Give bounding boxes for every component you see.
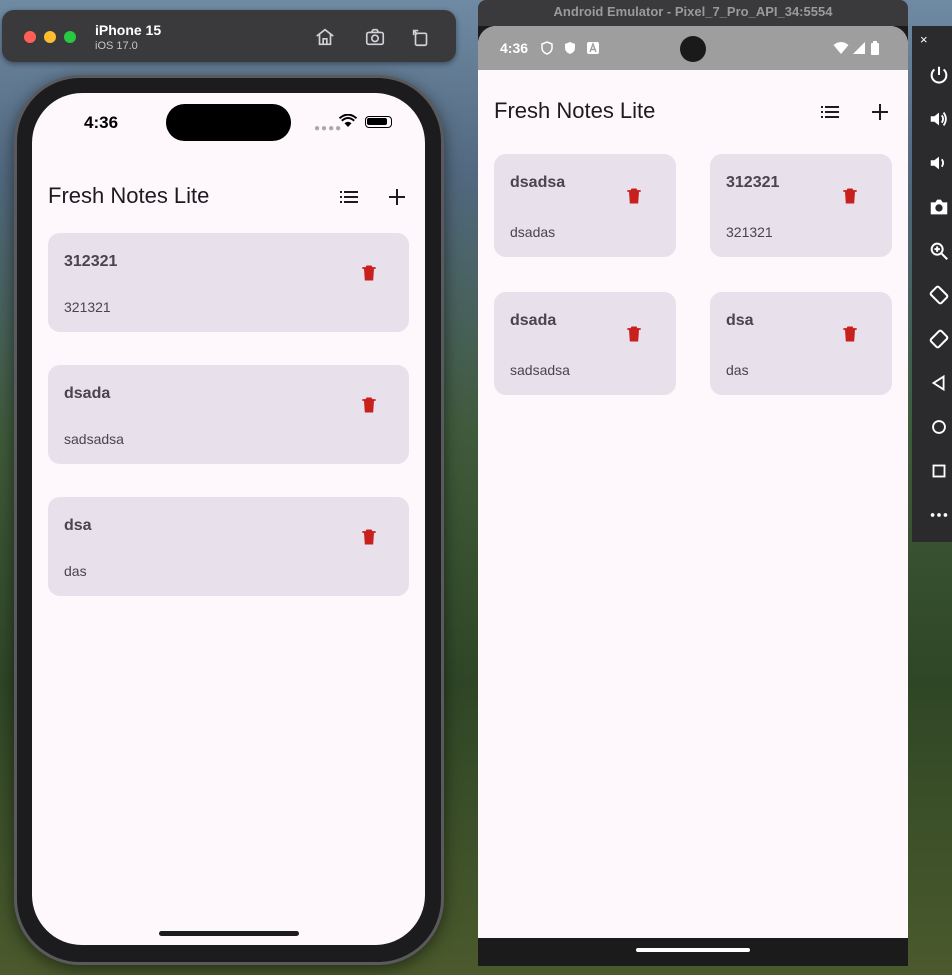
note-title: dsada <box>64 385 111 402</box>
camera-icon[interactable] <box>928 196 950 218</box>
note-body: dsadas <box>510 224 556 240</box>
delete-icon[interactable] <box>359 527 379 547</box>
cellular-signal-icon: ●●●● <box>314 123 343 134</box>
zoom-icon[interactable] <box>928 240 950 262</box>
more-icon[interactable] <box>928 504 950 526</box>
rotate-icon[interactable] <box>409 25 433 49</box>
note-title: dsa <box>726 312 754 329</box>
rotate-right-icon[interactable] <box>928 328 950 350</box>
volume-down-icon[interactable] <box>928 152 950 174</box>
app-title: Fresh Notes Lite <box>494 98 656 123</box>
dynamic-island <box>166 104 291 141</box>
volume-up-icon[interactable] <box>928 108 950 130</box>
window-zoom-button[interactable] <box>64 31 76 43</box>
signal-icon <box>853 42 865 54</box>
delete-icon[interactable] <box>840 186 860 206</box>
note-body: sadsadsa <box>64 431 124 447</box>
delete-icon[interactable] <box>359 263 379 283</box>
android-status-bar: 4:36 <box>478 26 908 70</box>
android-nav-bar <box>478 938 908 966</box>
emulator-side-panel: × <box>912 26 952 542</box>
window-close-button[interactable] <box>24 31 36 43</box>
note-body: 321321 <box>726 224 773 240</box>
gesture-pill[interactable] <box>636 948 750 952</box>
note-body: das <box>726 362 749 378</box>
add-icon[interactable] <box>868 100 892 124</box>
shield-icon <box>565 42 575 54</box>
delete-icon[interactable] <box>624 186 644 206</box>
wifi-icon <box>339 114 357 127</box>
close-icon[interactable]: × <box>920 32 928 47</box>
note-card[interactable]: dsa das <box>48 497 409 596</box>
status-time: 4:36 <box>500 40 529 56</box>
app-bar: Fresh Notes Lite <box>32 165 425 229</box>
note-body: 321321 <box>64 299 111 315</box>
note-card[interactable]: dsadsa dsadas <box>494 154 676 257</box>
ios-status-bar: 4:36 ●●●● <box>32 93 425 153</box>
emulator-window-title: Android Emulator - Pixel_7_Pro_API_34:55… <box>553 4 833 19</box>
add-icon[interactable] <box>385 185 409 209</box>
iphone-screen: 4:36 ●●●● Fresh Notes Lite 312321 321321… <box>32 93 425 945</box>
rotate-left-icon[interactable] <box>928 284 950 306</box>
wifi-icon <box>833 42 849 54</box>
home-icon[interactable] <box>313 25 337 49</box>
emulator-titlebar: Android Emulator - Pixel_7_Pro_API_34:55… <box>478 0 908 26</box>
window-minimize-button[interactable] <box>44 31 56 43</box>
camera-cutout <box>680 36 706 62</box>
shield-outline-icon <box>541 41 553 55</box>
app-title: Fresh Notes Lite <box>48 183 210 208</box>
note-body: sadsadsa <box>510 362 570 378</box>
list-view-icon[interactable] <box>818 100 842 124</box>
screenshot-icon[interactable] <box>363 25 387 49</box>
note-card[interactable]: 312321 321321 <box>710 154 892 257</box>
home-icon[interactable] <box>928 416 950 438</box>
note-card[interactable]: dsada sadsadsa <box>494 292 676 395</box>
note-title: dsa <box>64 517 92 534</box>
note-card[interactable]: 312321 321321 <box>48 233 409 332</box>
power-icon[interactable] <box>928 64 950 86</box>
simulator-toolbar: iPhone 15 iOS 17.0 <box>2 10 456 62</box>
keyboard-a-icon <box>587 42 599 54</box>
note-body: das <box>64 563 87 579</box>
app-bar: Fresh Notes Lite <box>478 80 908 144</box>
note-title: 312321 <box>64 253 118 270</box>
note-title: dsada <box>510 312 557 329</box>
android-screen: 4:36 Fresh Notes Lite dsadsa dsadas 3123… <box>478 26 908 938</box>
status-time: 4:36 <box>84 113 119 132</box>
back-icon[interactable] <box>928 372 950 394</box>
device-name: iPhone 15 <box>95 22 162 38</box>
delete-icon[interactable] <box>624 324 644 344</box>
note-title: 312321 <box>726 174 780 191</box>
note-card[interactable]: dsa das <box>710 292 892 395</box>
battery-icon <box>871 41 879 55</box>
battery-icon <box>365 116 392 128</box>
note-card[interactable]: dsada sadsadsa <box>48 365 409 464</box>
delete-icon[interactable] <box>840 324 860 344</box>
delete-icon[interactable] <box>359 395 379 415</box>
overview-icon[interactable] <box>928 460 950 482</box>
os-version: iOS 17.0 <box>95 40 138 52</box>
note-title: dsadsa <box>510 174 566 191</box>
home-indicator[interactable] <box>159 931 299 936</box>
list-view-icon[interactable] <box>337 185 361 209</box>
